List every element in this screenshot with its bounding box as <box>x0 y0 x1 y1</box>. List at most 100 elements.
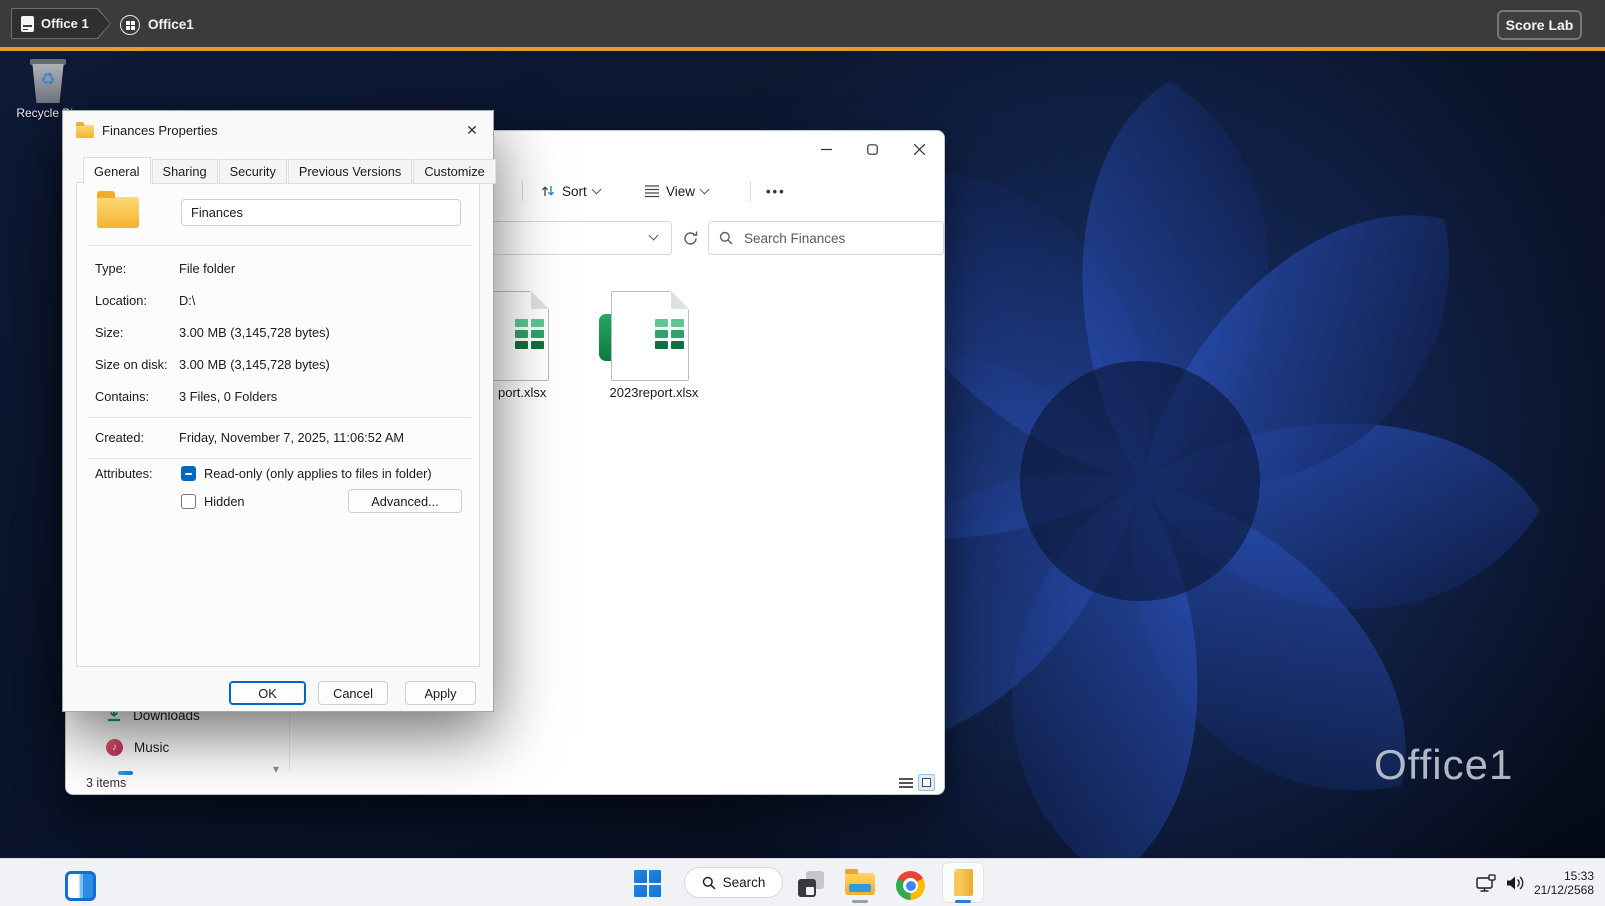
more-options-button[interactable]: ••• <box>766 177 786 205</box>
file-label: port.xlsx <box>498 385 547 400</box>
folder-icon-large <box>97 191 139 228</box>
search-box[interactable] <box>708 221 944 255</box>
status-bar: 3 items <box>66 774 944 794</box>
task-view-button[interactable] <box>798 871 825 898</box>
view-label: View <box>666 183 696 199</box>
widgets-icon[interactable] <box>65 871 96 901</box>
hidden-checkbox[interactable] <box>181 494 196 509</box>
toolbar-separator <box>522 181 523 201</box>
folder-icon <box>954 869 973 896</box>
row-label: Contains: <box>95 389 150 404</box>
file-item[interactable]: X 2023report.xlsx <box>599 291 709 407</box>
sidebar-item-label: Music <box>134 739 170 755</box>
info-row-type: Type: File folder <box>77 253 479 285</box>
score-lab-button[interactable]: Score Lab <box>1497 10 1582 40</box>
start-button[interactable] <box>634 870 661 897</box>
screen: Office1 ♻ Recycle Bin Sort View ••• Sear… <box>0 0 1605 906</box>
general-tab-panel: Type: File folder Location: D:\ Size: 3.… <box>76 182 480 667</box>
toolbar-separator <box>750 181 751 201</box>
hidden-label: Hidden <box>204 494 245 509</box>
view-icon <box>645 185 659 198</box>
row-value: Friday, November 7, 2025, 11:06:52 AM <box>179 430 405 445</box>
apply-button[interactable]: Apply <box>405 681 476 705</box>
clock-time: 15:33 <box>1563 869 1594 883</box>
info-row-created: Created: Friday, November 7, 2025, 11:06… <box>77 422 479 454</box>
search-icon <box>719 231 733 245</box>
folder-icon <box>76 121 94 138</box>
machine-tab-label: Office 1 <box>41 16 89 31</box>
network-tray-icon[interactable] <box>1475 874 1499 892</box>
file-label: 2023report.xlsx <box>609 385 699 400</box>
info-row-contains: Contains: 3 Files, 0 Folders <box>77 381 479 413</box>
address-dropdown-icon[interactable] <box>648 230 659 241</box>
row-value: 3 Files, 0 Folders <box>179 389 278 404</box>
row-label: Type: <box>95 261 127 276</box>
computer-icon <box>21 16 34 32</box>
details-view-toggle[interactable] <box>899 778 913 790</box>
refresh-button[interactable] <box>678 226 702 250</box>
items-count: 3 items <box>86 776 127 790</box>
dialog-titlebar: Finances Properties <box>63 111 493 149</box>
view-button[interactable]: View <box>644 177 710 205</box>
clock-date: 21/12/2568 <box>1533 883 1594 897</box>
file-explorer-taskbar-icon[interactable] <box>845 869 875 895</box>
divider <box>87 458 471 459</box>
advanced-button[interactable]: Advanced... <box>348 489 462 513</box>
maximize-icon <box>866 144 878 155</box>
excel-grid-icon <box>515 319 544 349</box>
chevron-down-icon <box>591 184 602 194</box>
taskbar: Search 15:33 21/12/2568 <box>0 858 1605 906</box>
divider <box>87 245 471 246</box>
minimize-icon <box>820 148 832 151</box>
folder-name-input[interactable] <box>181 199 461 226</box>
volume-tray-icon[interactable] <box>1504 874 1528 892</box>
taskbar-search[interactable]: Search <box>684 867 783 898</box>
tab-security[interactable]: Security <box>218 159 287 184</box>
chrome-taskbar-icon[interactable] <box>896 871 925 900</box>
large-icons-view-toggle[interactable] <box>918 774 935 791</box>
tab-previous-versions[interactable]: Previous Versions <box>287 159 413 184</box>
close-button[interactable] <box>895 133 943 166</box>
search-input[interactable] <box>742 229 933 247</box>
info-row-location: Location: D:\ <box>77 285 479 317</box>
refresh-icon <box>683 231 697 245</box>
dialog-tabstrip: General Sharing Security Previous Versio… <box>83 157 496 184</box>
row-value: 3.00 MB (3,145,728 bytes) <box>179 325 330 340</box>
machine-tab[interactable]: Office 1 <box>11 8 111 39</box>
tab-customize[interactable]: Customize <box>413 159 496 184</box>
session-title: Office1 <box>148 17 194 32</box>
row-value: D:\ <box>179 293 196 308</box>
cancel-button[interactable]: Cancel <box>318 681 388 705</box>
chevron-down-icon <box>699 184 710 194</box>
excel-grid-icon <box>655 319 684 349</box>
sort-icon <box>541 186 555 196</box>
taskbar-search-label: Search <box>722 875 766 890</box>
row-label: Size on disk: <box>95 357 168 372</box>
taskbar-clock[interactable]: 15:33 21/12/2568 <box>1528 869 1594 897</box>
recycle-bin-icon: ♻ <box>29 57 67 103</box>
dialog-title: Finances Properties <box>102 122 218 138</box>
divider <box>87 417 471 418</box>
info-row-size: Size: 3.00 MB (3,145,728 bytes) <box>77 317 479 349</box>
dialog-close-button[interactable]: ✕ <box>455 115 489 145</box>
ok-button[interactable]: OK <box>229 681 306 705</box>
recycle-glyph-icon: ♻ <box>40 70 56 89</box>
search-icon <box>702 876 716 890</box>
readonly-checkbox[interactable] <box>181 466 196 481</box>
tab-general[interactable]: General <box>83 157 151 184</box>
tab-sharing[interactable]: Sharing <box>151 159 218 184</box>
maximize-button[interactable] <box>849 133 895 166</box>
sort-button[interactable]: Sort <box>540 177 602 205</box>
music-icon: ♪ <box>106 738 123 756</box>
active-app-taskbar-icon[interactable] <box>942 862 984 903</box>
top-bar: Office 1 Office1 Score Lab <box>0 0 1605 51</box>
row-label: Location: <box>95 293 147 308</box>
sort-label: Sort <box>562 183 587 199</box>
row-label: Created: <box>95 430 145 445</box>
sidebar-item-music[interactable]: ♪ Music <box>106 735 169 759</box>
properties-dialog: Finances Properties ✕ General Sharing Se… <box>62 110 496 712</box>
readonly-label: Read-only (only applies to files in fold… <box>204 466 432 481</box>
minimize-button[interactable] <box>803 133 849 166</box>
info-row-size-on-disk: Size on disk: 3.00 MB (3,145,728 bytes) <box>77 349 479 381</box>
active-indicator <box>955 900 971 903</box>
